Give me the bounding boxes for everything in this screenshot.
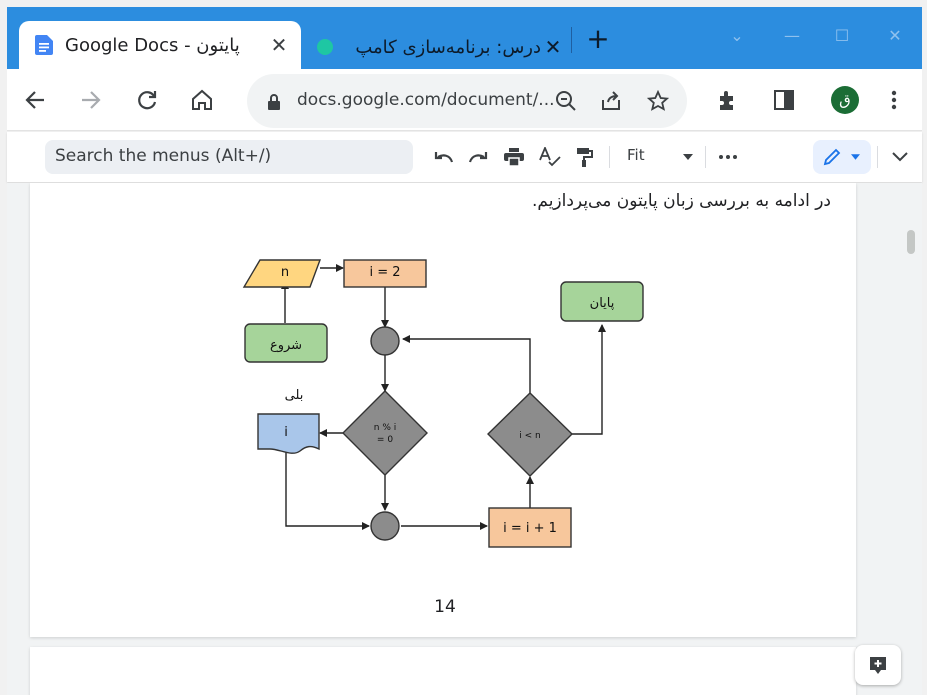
init-process-label: i = 2 — [369, 265, 400, 280]
browser-toolbar: docs.google.com/document/... ق — [7, 69, 922, 131]
spellcheck-icon — [539, 147, 561, 167]
zoom-dropdown-icon[interactable] — [683, 154, 693, 160]
increment-node-label: i = i + 1 — [503, 521, 557, 536]
tab-course[interactable]: درس: برنامه‌سازی کامپ ✕ — [307, 27, 573, 67]
chevron-down-icon — [851, 154, 860, 160]
print-button[interactable] — [501, 144, 527, 170]
forward-button[interactable] — [76, 85, 106, 115]
paint-format-button[interactable] — [571, 144, 597, 170]
tab-title: درس: برنامه‌سازی کامپ — [355, 36, 541, 58]
undo-icon — [434, 152, 454, 163]
input-node-label: n — [281, 265, 289, 280]
close-tab-icon[interactable]: ✕ — [541, 35, 565, 59]
lock-icon — [268, 94, 280, 110]
explore-button[interactable] — [855, 645, 901, 685]
undo-button[interactable] — [431, 144, 457, 170]
search-menus-input[interactable]: Search the menus (Alt+/) — [45, 140, 413, 174]
zoom-select[interactable]: Fit — [627, 146, 645, 164]
edge-condition-to-end — [572, 324, 606, 435]
page-number: 14 — [434, 597, 456, 617]
zoom-icon[interactable] — [553, 88, 579, 114]
docs-toolbar: Search the menus (Alt+/) Fit — [7, 132, 922, 182]
end-node-label: پایان — [590, 296, 615, 311]
toolbar-divider — [609, 146, 610, 168]
minimize-button[interactable]: — — [772, 21, 812, 51]
add-comment-icon — [870, 657, 886, 674]
puzzle-icon — [720, 91, 733, 110]
toolbar-divider — [705, 146, 706, 168]
decision-mod-node — [342, 390, 428, 476]
browser-tab-strip: Google Docs - پایتون ✕ درس: برنامه‌سازی … — [7, 7, 922, 69]
merge-connector-top — [370, 326, 400, 356]
decision-mod-label-2: = 0 — [377, 435, 393, 445]
tab-separator — [571, 27, 572, 53]
profile-avatar[interactable]: ق — [831, 86, 859, 114]
address-bar[interactable]: docs.google.com/document/... — [247, 74, 687, 128]
reload-button[interactable] — [132, 85, 162, 115]
redo-button[interactable] — [465, 144, 491, 170]
start-node-label: شروع — [270, 338, 302, 353]
new-tab-button[interactable]: + — [584, 25, 612, 55]
tab-google-docs[interactable]: Google Docs - پایتون ✕ — [19, 21, 301, 69]
paint-roller-icon — [577, 148, 593, 167]
share-icon[interactable] — [598, 88, 624, 114]
kebab-menu-icon — [891, 90, 897, 110]
document-page: در ادامه به بررسی زبان پایتون می‌پردازیم… — [30, 183, 856, 637]
url-text: docs.google.com/document/... — [297, 90, 555, 110]
pencil-icon — [823, 148, 841, 166]
home-button[interactable] — [187, 85, 217, 115]
editing-mode-button[interactable] — [813, 140, 871, 174]
google-docs-icon — [35, 35, 53, 55]
toolbar-divider — [877, 146, 878, 168]
side-panel-button[interactable] — [769, 85, 799, 115]
browser-menu-button[interactable] — [879, 85, 909, 115]
back-button[interactable] — [20, 85, 50, 115]
document-canvas[interactable]: در ادامه به بررسی زبان پایتون می‌پردازیم… — [7, 183, 922, 695]
output-node — [257, 413, 320, 454]
flowchart-diagram: n i = 2 شروع پایان n % i = 0 بلی i i < n… — [242, 259, 644, 548]
bookmark-star-icon[interactable] — [645, 88, 671, 114]
close-window-button[interactable]: ✕ — [875, 21, 915, 51]
collapse-menus-button[interactable] — [887, 144, 913, 170]
redo-icon — [468, 152, 488, 163]
back-arrow-icon — [25, 91, 44, 109]
site-favicon-icon — [317, 39, 333, 55]
more-options-button[interactable] — [715, 144, 741, 170]
merge-connector-bottom — [370, 511, 400, 541]
vertical-scrollbar-thumb[interactable] — [907, 230, 915, 254]
side-panel-icon — [774, 90, 794, 110]
decision-loop-label: i < n — [519, 431, 540, 441]
output-node-label: i — [284, 425, 288, 440]
maximize-button[interactable]: ☐ — [822, 21, 862, 51]
edge-condition-to-loop — [402, 335, 531, 393]
close-tab-icon[interactable]: ✕ — [267, 33, 291, 57]
edge-output-to-merge — [285, 449, 370, 530]
next-document-page — [30, 647, 856, 695]
chevron-down-icon — [892, 152, 908, 162]
extensions-button[interactable] — [713, 85, 743, 115]
forward-arrow-icon — [82, 91, 101, 109]
tab-title: Google Docs - پایتون — [65, 34, 240, 56]
decision-mod-label: n % i — [374, 423, 396, 433]
home-icon — [192, 89, 212, 110]
reload-icon — [138, 91, 157, 110]
print-icon — [504, 148, 524, 166]
more-horizontal-icon — [719, 155, 737, 159]
yes-branch-label: بلی — [285, 388, 304, 403]
spellcheck-button[interactable] — [537, 144, 563, 170]
tab-search-icon[interactable]: ⌄ — [717, 21, 757, 51]
